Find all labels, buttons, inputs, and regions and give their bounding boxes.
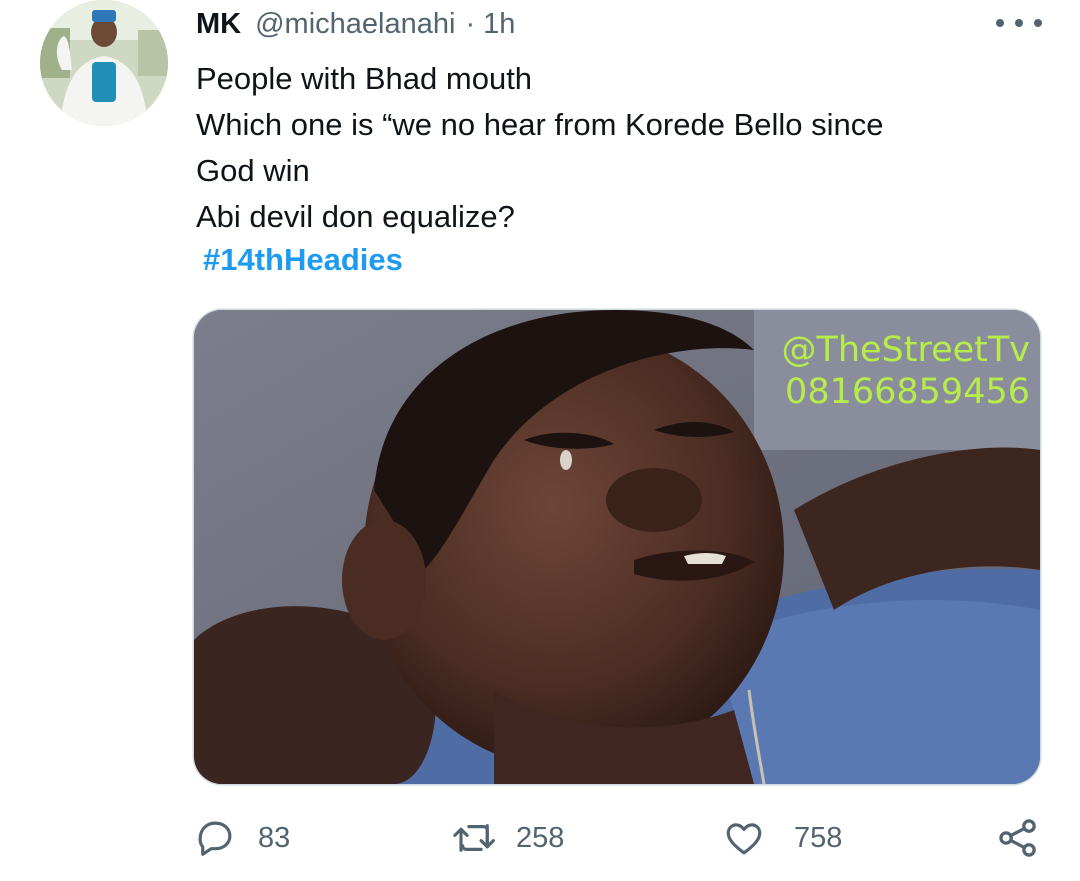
- more-options-button[interactable]: [996, 8, 1042, 38]
- hashtag-link[interactable]: #14thHeadies: [203, 237, 403, 283]
- tweet-text-line: Which one is “we no hear from Korede Bel…: [196, 107, 884, 142]
- tweet-text: People with Bhad mouth Which one is “we …: [196, 56, 1036, 240]
- avatar-image: [40, 0, 168, 126]
- like-icon: [726, 823, 762, 855]
- tweet-text-line: Abi devil don equalize?: [196, 199, 515, 234]
- retweet-icon: [453, 824, 495, 852]
- tweet-timestamp[interactable]: 1h: [483, 8, 515, 41]
- separator-dot: ·: [465, 7, 476, 40]
- retweet-button[interactable]: 258: [450, 805, 564, 871]
- tweet-action-bar: 83 258 758: [0, 805, 1080, 871]
- author-name[interactable]: MK: [196, 8, 241, 41]
- share-button[interactable]: [996, 805, 1040, 871]
- like-count: 758: [794, 821, 843, 854]
- more-icon-dot: [996, 19, 1004, 27]
- reply-count: 83: [258, 821, 291, 854]
- author-handle[interactable]: @michaelanahi: [255, 8, 455, 41]
- retweet-count: 258: [516, 821, 565, 854]
- avatar[interactable]: [40, 0, 168, 126]
- tweet-header: MK @michaelanahi · 1h: [196, 4, 515, 44]
- share-icon: [999, 819, 1036, 857]
- reply-button[interactable]: 83: [194, 805, 290, 871]
- watermark-phone: 08166859456: [785, 372, 1030, 412]
- tweet-text-line: People with Bhad mouth: [196, 61, 533, 96]
- more-icon-dot: [1015, 19, 1023, 27]
- tweet-text-line: God win: [196, 153, 310, 188]
- tweet-media-image[interactable]: @TheStreetTv 08166859456: [194, 310, 1040, 784]
- reply-icon: [198, 821, 232, 856]
- more-icon-dot: [1034, 19, 1042, 27]
- like-button[interactable]: 758: [722, 805, 842, 871]
- watermark-handle: @TheStreetTv: [781, 330, 1030, 370]
